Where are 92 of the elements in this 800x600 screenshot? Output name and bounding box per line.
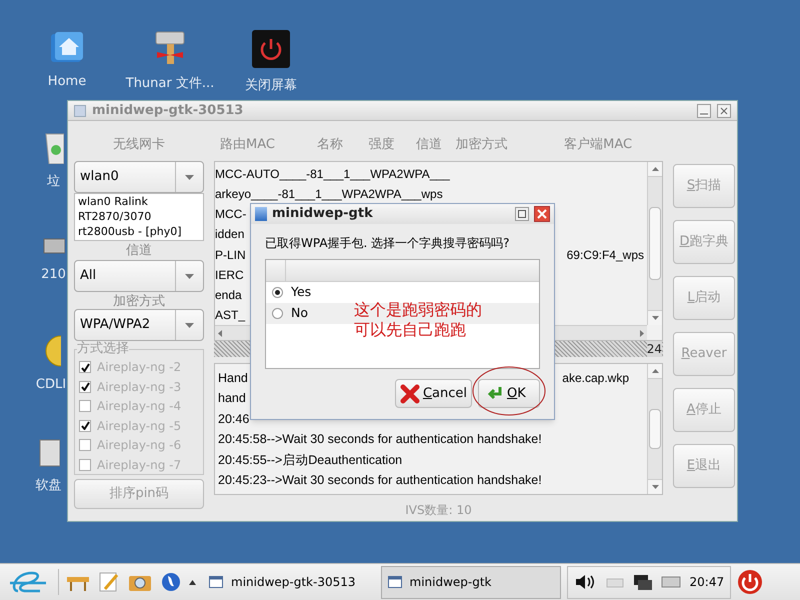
log-line: 20:45:23-->Wait 30 seconds for authentication handshake! xyxy=(218,472,542,490)
checkbox-label: Aireplay-ng -4 xyxy=(97,398,182,416)
annotation-text: 这个是跑弱密码的 xyxy=(354,300,482,320)
scroll-left-icon xyxy=(218,330,222,336)
radio-button[interactable] xyxy=(272,287,283,298)
cross-icon xyxy=(400,384,420,404)
desktop-icon-label[interactable]: 210 xyxy=(41,265,66,284)
column-header: 名称 xyxy=(316,136,344,154)
network-icon[interactable] xyxy=(632,572,654,592)
dialog-title: minidwep-gtk xyxy=(272,205,374,224)
desktop-icon-label[interactable]: 软盘 xyxy=(36,476,62,496)
log-line-tail: ake.cap.wkp xyxy=(562,370,629,388)
column-header: 路由MAC xyxy=(220,136,276,154)
close-icon[interactable] xyxy=(534,206,550,222)
network-row[interactable]: MCC-AUTO____-81___1___WPA2WPA___ xyxy=(215,165,450,184)
channel-dropdown[interactable]: All xyxy=(74,260,204,292)
up-arrow-icon[interactable] xyxy=(189,580,196,584)
log-line: Hand xyxy=(218,370,248,387)
network-row[interactable]: AST_ xyxy=(215,306,246,324)
network-row[interactable]: enda xyxy=(215,286,242,304)
checkbox-label: Aireplay-ng -6 xyxy=(97,437,182,454)
vertical-scrollbar[interactable] xyxy=(647,364,662,494)
scroll-up-icon xyxy=(652,167,658,171)
check-icon xyxy=(80,362,90,372)
adapter-dropdown[interactable]: wlan0 xyxy=(74,161,204,193)
vertical-scrollbar[interactable] xyxy=(647,162,662,325)
adapter-info: wlan0 Ralink RT2870/3070 rt2800usb - [phy0] xyxy=(74,193,204,241)
column-header: 信道 xyxy=(416,136,443,154)
return-arrow-icon xyxy=(485,386,503,402)
scroll-thumb[interactable] xyxy=(649,207,661,280)
group-legend: 方式选择 xyxy=(77,341,129,357)
ok-button[interactable]: OK xyxy=(478,379,540,408)
cancel-button[interactable]: Cancel xyxy=(394,379,472,408)
window-title: minidwep-gtk-30513 xyxy=(92,102,244,120)
power-icon[interactable] xyxy=(737,569,764,595)
progress-text: 24 xyxy=(646,341,662,357)
checkbox-label: Aireplay-ng -2 xyxy=(97,359,182,376)
column-header: 强度 xyxy=(368,136,396,154)
network-row-tail[interactable]: 69:C9:F4_wps xyxy=(566,246,644,264)
power-icon xyxy=(252,30,290,68)
scroll-up-icon xyxy=(652,369,658,373)
check-icon xyxy=(80,421,90,430)
dropdown-arrow-icon xyxy=(185,174,194,180)
window-icon xyxy=(74,104,86,116)
taskbar-window-button[interactable]: minidwep-gtk-30513 xyxy=(202,566,362,598)
option-label[interactable]: No xyxy=(291,304,308,323)
scroll-right-icon xyxy=(640,330,644,336)
column-header: 客户端MAC xyxy=(564,136,634,154)
desktop-icon-label[interactable]: Thunar 文件... xyxy=(126,74,214,94)
window-icon xyxy=(209,576,223,588)
option-label[interactable]: Yes xyxy=(291,283,312,302)
desktop-icon-label[interactable]: Home xyxy=(48,72,86,92)
checkbox-label: Aireplay-ng -7 xyxy=(97,456,182,474)
network-row[interactable]: arkeyo____-81___1___WPA2WPA___wps xyxy=(215,185,443,204)
encryption-dropdown[interactable]: WPA/WPA2 xyxy=(74,309,204,341)
home-folder-icon xyxy=(49,30,85,64)
annotation-text: 可以先自己跑跑 xyxy=(354,320,467,340)
clock[interactable]: 20:47 xyxy=(690,573,724,591)
dialog-icon xyxy=(255,207,267,221)
close-icon[interactable] xyxy=(717,104,731,118)
channel-label: 信道 xyxy=(125,242,153,260)
scroll-thumb[interactable] xyxy=(649,409,661,449)
log-line: 20:46 xyxy=(218,410,250,428)
log-line: 20:45:58-->Wait 30 seconds for authentication handshake! xyxy=(218,431,542,448)
network-row[interactable]: P-LIN xyxy=(215,246,246,264)
network-row[interactable]: IERC xyxy=(215,266,244,284)
checkbox-label: Aireplay-ng -5 xyxy=(97,418,182,435)
desktop-icon-label[interactable]: 垃 xyxy=(47,172,60,192)
column-header: 无线网卡 xyxy=(112,136,166,154)
network-row[interactable]: idden xyxy=(215,225,244,244)
globe-icon[interactable] xyxy=(159,572,183,592)
file-manager-icon xyxy=(153,30,187,66)
desktop-icon-label[interactable]: CDLI xyxy=(36,375,66,394)
network-row[interactable]: MCC- xyxy=(215,205,246,224)
checkbox-label: Aireplay-ng -3 xyxy=(97,378,182,396)
encryption-label: 加密方式 xyxy=(112,293,166,309)
minimize-icon[interactable] xyxy=(697,104,711,118)
dialog-prompt: 已取得WPA握手包. 选择一个字典搜寻密码吗? xyxy=(265,235,511,252)
radio-button[interactable] xyxy=(272,308,283,319)
window-icon xyxy=(388,576,402,588)
scroll-down-icon xyxy=(652,316,658,320)
check-icon xyxy=(80,382,90,392)
ivs-count: IVS数量: 10 xyxy=(404,502,473,519)
taskbar-window-button[interactable]: minidwep-gtk xyxy=(380,566,560,598)
dropdown-arrow-icon xyxy=(185,274,194,278)
desktop-icon-label[interactable]: 关闭屏幕 xyxy=(245,76,297,96)
column-header: 加密方式 xyxy=(455,136,508,154)
log-line: 20:45:55-->启动Deauthentication xyxy=(218,452,402,469)
log-line: hand xyxy=(218,390,246,408)
scroll-down-icon xyxy=(652,485,658,489)
dropdown-arrow-icon xyxy=(185,322,194,328)
maximize-icon[interactable] xyxy=(515,207,529,221)
